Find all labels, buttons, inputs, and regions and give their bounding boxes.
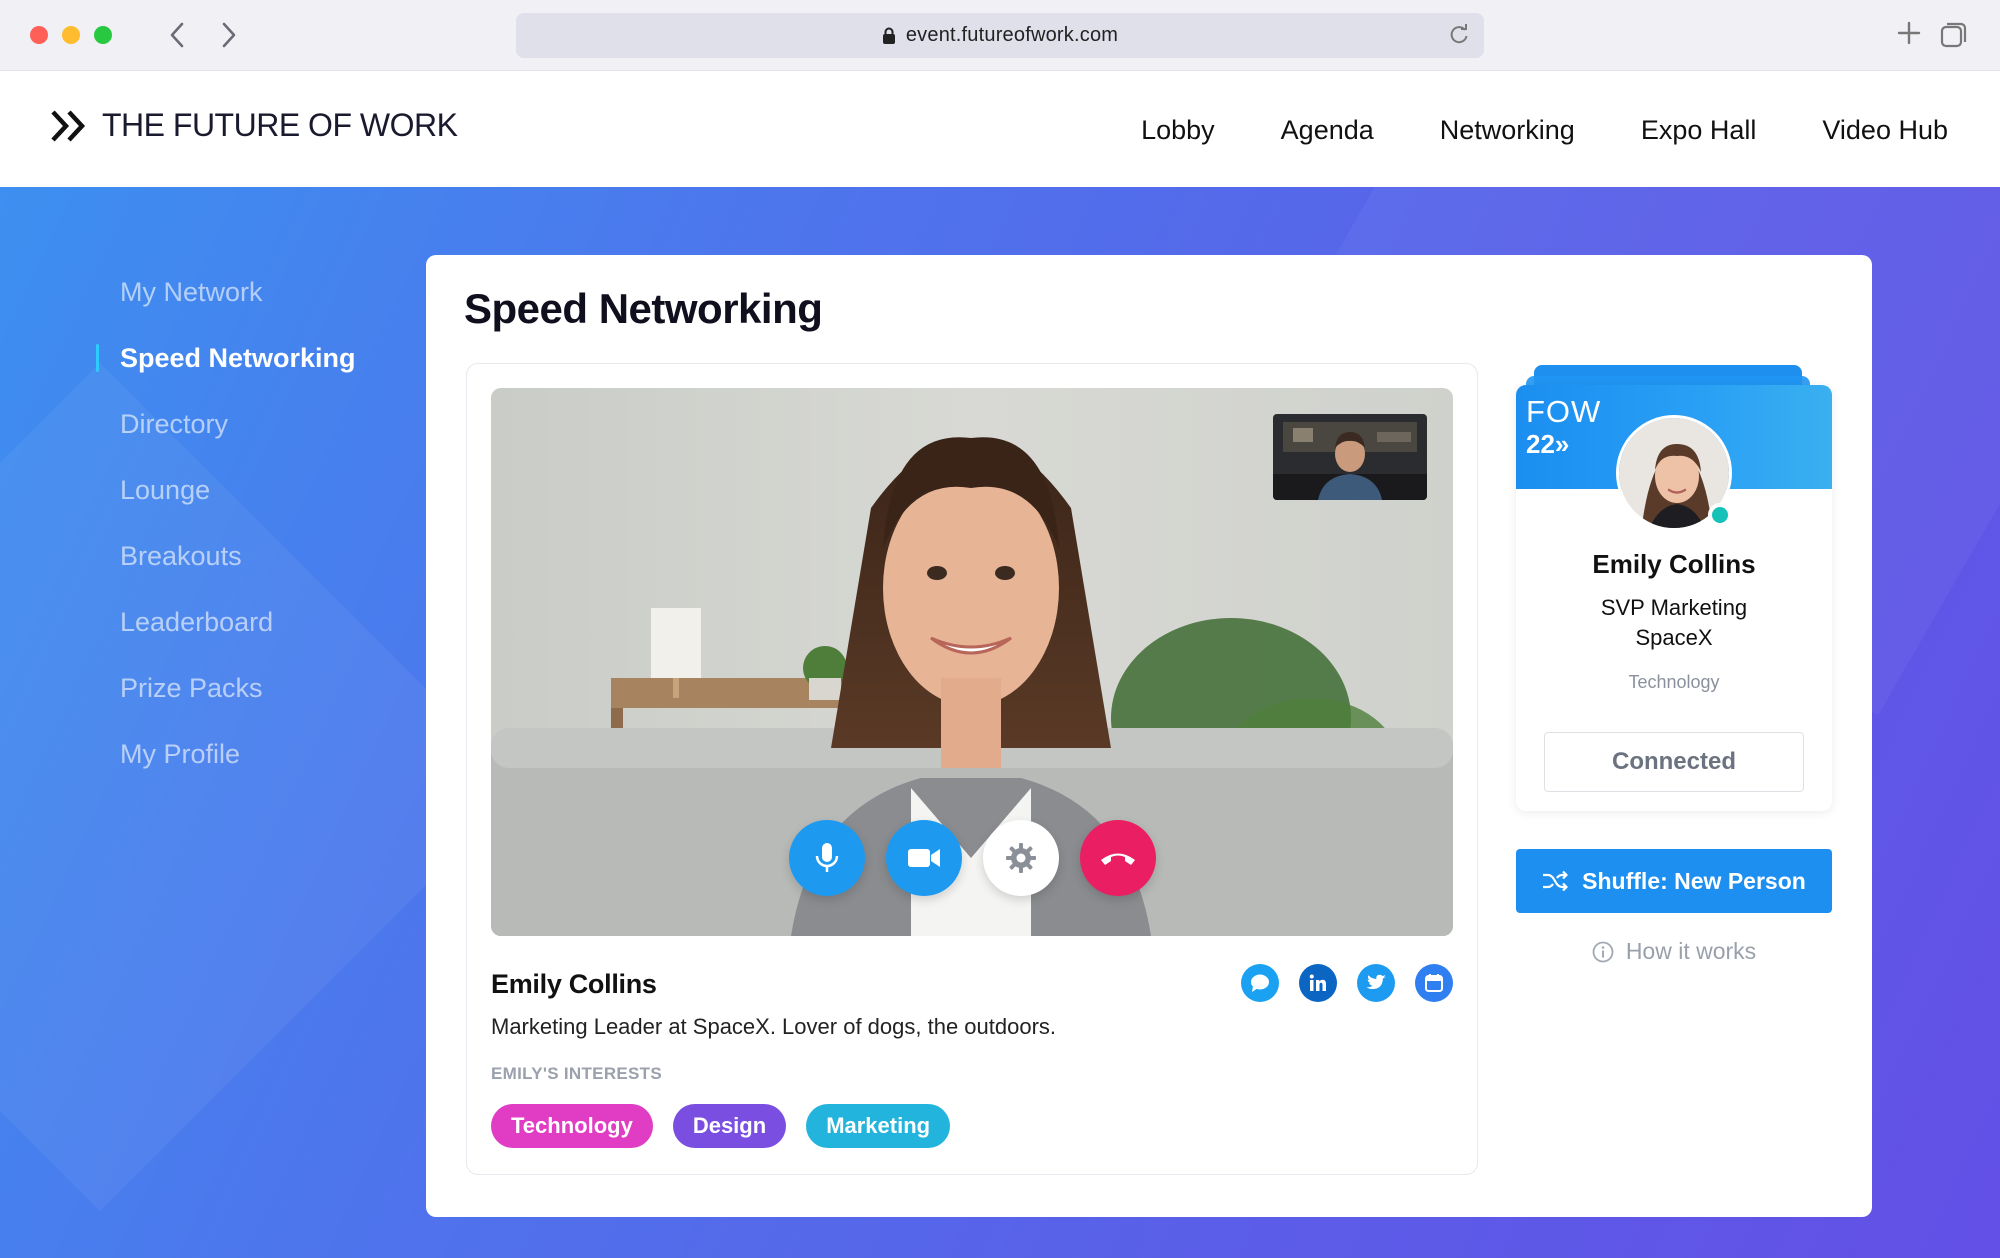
sidebar-item-breakouts[interactable]: Breakouts: [96, 539, 356, 605]
microphone-button[interactable]: [788, 820, 865, 896]
social-links: [1241, 964, 1453, 1002]
event-badge-text: FOW: [1526, 394, 1602, 429]
interests-label: EMILY'S INTERESTS: [491, 1064, 662, 1083]
main-area: My Network Speed Networking Directory Lo…: [0, 187, 2000, 1258]
connected-button[interactable]: Connected: [1544, 732, 1804, 792]
close-window-button[interactable]: [30, 26, 48, 44]
profile-interest: Technology: [1628, 672, 1720, 692]
url-text: event.futureofwork.com: [905, 24, 1119, 46]
nav-networking[interactable]: Networking: [1440, 115, 1575, 146]
camera-button[interactable]: [885, 820, 962, 896]
browser-toolbar: event.futureofwork.com: [0, 0, 2000, 71]
info-icon: [1592, 941, 1614, 963]
calendar-icon: [1425, 974, 1443, 992]
chevron-left-icon: [170, 22, 184, 48]
video-call-card: Emily Collins Marketing Leader at SpaceX…: [466, 363, 1478, 1175]
profile-card[interactable]: FOW 22» Emily Collins SVP Marketing Spac…: [1516, 385, 1832, 811]
reload-icon[interactable]: [1448, 24, 1470, 51]
linkedin-button[interactable]: [1299, 964, 1337, 1002]
chat-icon: [1251, 974, 1269, 992]
minimize-window-button[interactable]: [62, 26, 80, 44]
event-badge-year: 22»: [1526, 429, 1570, 459]
chat-button[interactable]: [1241, 964, 1279, 1002]
logo-text: THE FUTURE OF WORK: [102, 107, 458, 143]
sidebar-item-speed-networking[interactable]: Speed Networking: [96, 341, 356, 407]
shuffle-icon: [1542, 870, 1569, 892]
nav-lobby[interactable]: Lobby: [1141, 115, 1215, 146]
site-header: THE FUTURE OF WORK Lobby Agenda Networki…: [0, 71, 2000, 187]
self-participant-video: [1273, 414, 1427, 500]
how-it-works-label: How it works: [1625, 938, 1757, 964]
interest-tags: Technology Design Marketing: [491, 1104, 951, 1148]
self-view-video[interactable]: [1273, 414, 1427, 500]
sidebar-item-lounge[interactable]: Lounge: [96, 473, 356, 539]
top-navigation: Lobby Agenda Networking Expo Hall Video …: [1075, 115, 1948, 146]
call-controls: [491, 820, 1453, 896]
address-bar[interactable]: event.futureofwork.com: [516, 13, 1484, 58]
twitter-button[interactable]: [1357, 964, 1395, 1002]
how-it-works-link[interactable]: How it works: [1516, 938, 1832, 965]
tab-overview-icon[interactable]: [1940, 21, 1968, 54]
maximize-window-button[interactable]: [94, 26, 112, 44]
profile-title: SVP Marketing: [1600, 595, 1748, 620]
profile-name: Emily Collins: [1592, 549, 1756, 579]
twitter-icon: [1366, 974, 1386, 989]
forward-button[interactable]: [216, 20, 242, 50]
sidebar-item-my-network[interactable]: My Network: [96, 275, 356, 341]
sidebar-item-prize-packs[interactable]: Prize Packs: [96, 671, 356, 737]
participant-bio: Marketing Leader at SpaceX. Lover of dog…: [491, 1014, 1057, 1039]
video-feed: [491, 388, 1453, 936]
sidebar-item-directory[interactable]: Directory: [96, 407, 356, 473]
content-panel: Speed Networking Emily Collins Marketing…: [426, 255, 1872, 1217]
microphone-icon: [815, 843, 838, 872]
hang-up-button[interactable]: [1079, 820, 1156, 896]
linkedin-icon: [1309, 974, 1326, 991]
gear-icon: [1005, 843, 1036, 873]
chevron-right-icon: [222, 22, 236, 48]
double-chevron-logo-icon: [50, 109, 88, 143]
nav-expo-hall[interactable]: Expo Hall: [1641, 115, 1757, 146]
nav-agenda[interactable]: Agenda: [1281, 115, 1374, 146]
hang-up-icon: [1100, 853, 1135, 865]
tag-marketing[interactable]: Marketing: [806, 1104, 951, 1148]
sidebar-item-my-profile[interactable]: My Profile: [96, 737, 356, 803]
page-title: Speed Networking: [464, 285, 823, 332]
settings-button[interactable]: [982, 820, 1059, 896]
sidebar-item-leaderboard[interactable]: Leaderboard: [96, 605, 356, 671]
tag-technology[interactable]: Technology: [491, 1104, 653, 1148]
shuffle-new-person-button[interactable]: Shuffle: New Person: [1516, 849, 1832, 913]
site-logo[interactable]: THE FUTURE OF WORK: [50, 107, 458, 144]
profile-company: SpaceX: [1635, 625, 1713, 650]
online-status-indicator: [1708, 503, 1732, 527]
shuffle-button-label: Shuffle: New Person: [1582, 867, 1806, 894]
sidebar-navigation: My Network Speed Networking Directory Lo…: [96, 275, 356, 803]
back-button[interactable]: [164, 20, 190, 50]
participant-name: Emily Collins: [491, 969, 657, 999]
new-tab-plus-icon[interactable]: [1896, 20, 1922, 51]
calendar-button[interactable]: [1415, 964, 1453, 1002]
nav-video-hub[interactable]: Video Hub: [1822, 115, 1948, 146]
lock-icon: [882, 27, 896, 45]
tag-design[interactable]: Design: [672, 1104, 787, 1148]
video-camera-icon: [907, 849, 940, 867]
